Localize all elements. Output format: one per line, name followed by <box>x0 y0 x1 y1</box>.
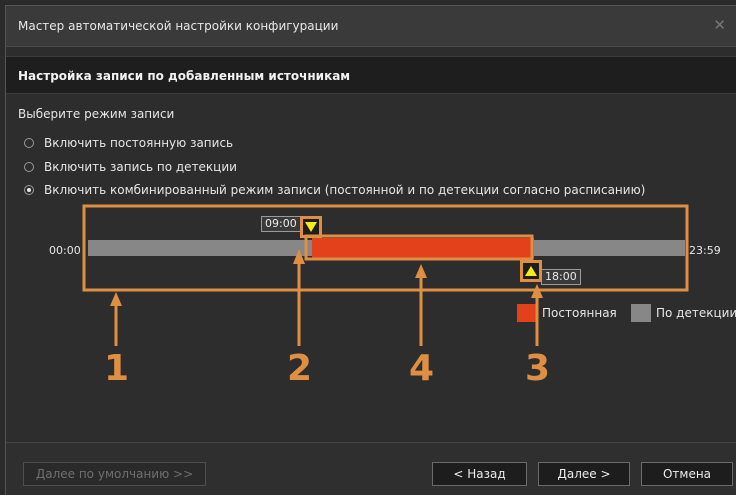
arrow-up-icon <box>110 292 122 346</box>
wizard-footer: Далее по умолчанию >> < Назад Далее > От… <box>6 442 736 495</box>
next-button[interactable]: Далее > <box>538 462 630 486</box>
arrow-up-icon <box>531 284 543 346</box>
default-next-button[interactable]: Далее по умолчанию >> <box>23 462 206 486</box>
annotation-number-2: 2 <box>287 348 313 389</box>
cancel-button[interactable]: Отмена <box>641 462 733 486</box>
annotation-overlay <box>82 204 689 346</box>
annotation-number-1: 1 <box>104 348 130 389</box>
annotation-frame-range <box>304 234 534 261</box>
annotation-number-4: 4 <box>409 348 435 389</box>
annotation-frame-timeline <box>82 204 689 292</box>
back-button[interactable]: < Назад <box>432 462 527 486</box>
arrow-up-icon <box>415 264 427 346</box>
wizard-window: Мастер автоматической настройки конфигур… <box>5 5 736 495</box>
arrow-up-icon <box>293 249 305 346</box>
annotation-number-3: 3 <box>525 348 551 389</box>
